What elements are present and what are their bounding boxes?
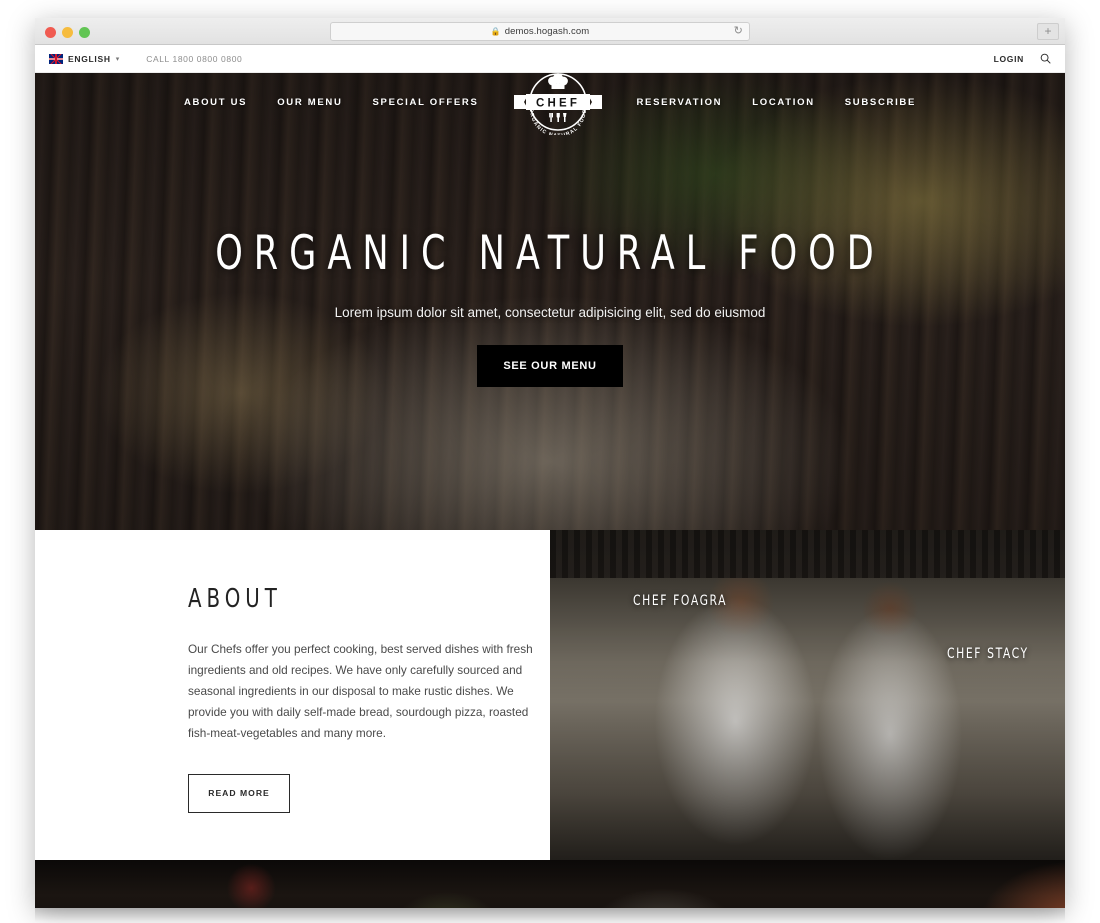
window-close-button[interactable]	[45, 27, 56, 38]
window-zoom-button[interactable]	[79, 27, 90, 38]
search-icon[interactable]	[1040, 53, 1051, 64]
about-section: About Our Chefs offer you perfect cookin…	[35, 530, 1065, 860]
bottom-photo-strip	[35, 860, 1065, 908]
page-viewport: ENGLISH ▾ CALL 1800 0800 0800 LOGIN ABOU…	[35, 45, 1065, 908]
nav-item-our-menu[interactable]: OUR MENU	[277, 97, 342, 108]
utensils-icon	[548, 113, 566, 122]
main-navigation: ABOUT US OUR MENU SPECIAL OFFERS CHEF OR…	[35, 73, 1065, 135]
lock-icon: 🔒	[490, 26, 501, 36]
about-paragraph: Our Chefs offer you perfect cooking, bes…	[188, 642, 533, 740]
site-logo[interactable]: CHEF ORGANIC RAL FOOD	[493, 73, 623, 138]
chefs-photo: Chef Foagra Chef Stacy	[550, 530, 1065, 860]
nav-item-reservation[interactable]: RESERVATION	[637, 97, 723, 108]
svg-text:CHEF: CHEF	[535, 97, 579, 109]
read-more-button[interactable]: READ MORE	[188, 773, 290, 813]
browser-chrome-bar: 🔒 demos.hogash.com ↻ +	[35, 18, 1065, 45]
login-link[interactable]: LOGIN	[994, 54, 1024, 64]
hero-subtitle: Lorem ipsum dolor sit amet, consectetur …	[334, 305, 766, 320]
chef-label-stacy: Chef Stacy	[947, 644, 1029, 662]
nav-right-group: RESERVATION LOCATION SUBSCRIBE	[637, 97, 917, 108]
see-our-menu-button[interactable]: SEE OUR MENU	[477, 345, 623, 387]
url-text: demos.hogash.com	[504, 26, 590, 37]
address-bar[interactable]: 🔒 demos.hogash.com ↻	[330, 22, 750, 41]
nav-item-special-offers[interactable]: SPECIAL OFFERS	[373, 97, 479, 108]
window-minimize-button[interactable]	[62, 27, 73, 38]
hero-section: ABOUT US OUR MENU SPECIAL OFFERS CHEF OR…	[35, 73, 1065, 530]
hero-content: Organic Natural Food Lorem ipsum dolor s…	[35, 131, 1065, 387]
window-drop-shadow	[35, 908, 1065, 922]
nav-item-location[interactable]: LOCATION	[752, 97, 815, 108]
chevron-down-icon: ▾	[115, 55, 120, 63]
nav-left-group: ABOUT US OUR MENU SPECIAL OFFERS	[184, 97, 479, 108]
phone-number[interactable]: CALL 1800 0800 0800	[146, 54, 242, 64]
reload-icon[interactable]: ↻	[734, 26, 743, 37]
about-heading: About	[188, 584, 282, 615]
new-tab-button[interactable]: +	[1037, 23, 1059, 40]
site-utility-bar: ENGLISH ▾ CALL 1800 0800 0800 LOGIN	[35, 45, 1065, 73]
hero-title: Organic Natural Food	[215, 226, 885, 281]
uk-flag-icon	[49, 53, 63, 64]
nav-item-subscribe[interactable]: SUBSCRIBE	[845, 97, 916, 108]
browser-window: 🔒 demos.hogash.com ↻ + ENGLISH ▾ CALL 18…	[35, 18, 1065, 908]
nav-item-about-us[interactable]: ABOUT US	[184, 97, 247, 108]
chef-label-foagra: Chef Foagra	[633, 591, 728, 609]
about-text-panel: About Our Chefs offer you perfect cookin…	[35, 530, 550, 860]
language-label: ENGLISH	[68, 53, 111, 64]
utility-bar-right: LOGIN	[994, 53, 1051, 64]
language-selector[interactable]: ENGLISH ▾	[49, 53, 120, 64]
